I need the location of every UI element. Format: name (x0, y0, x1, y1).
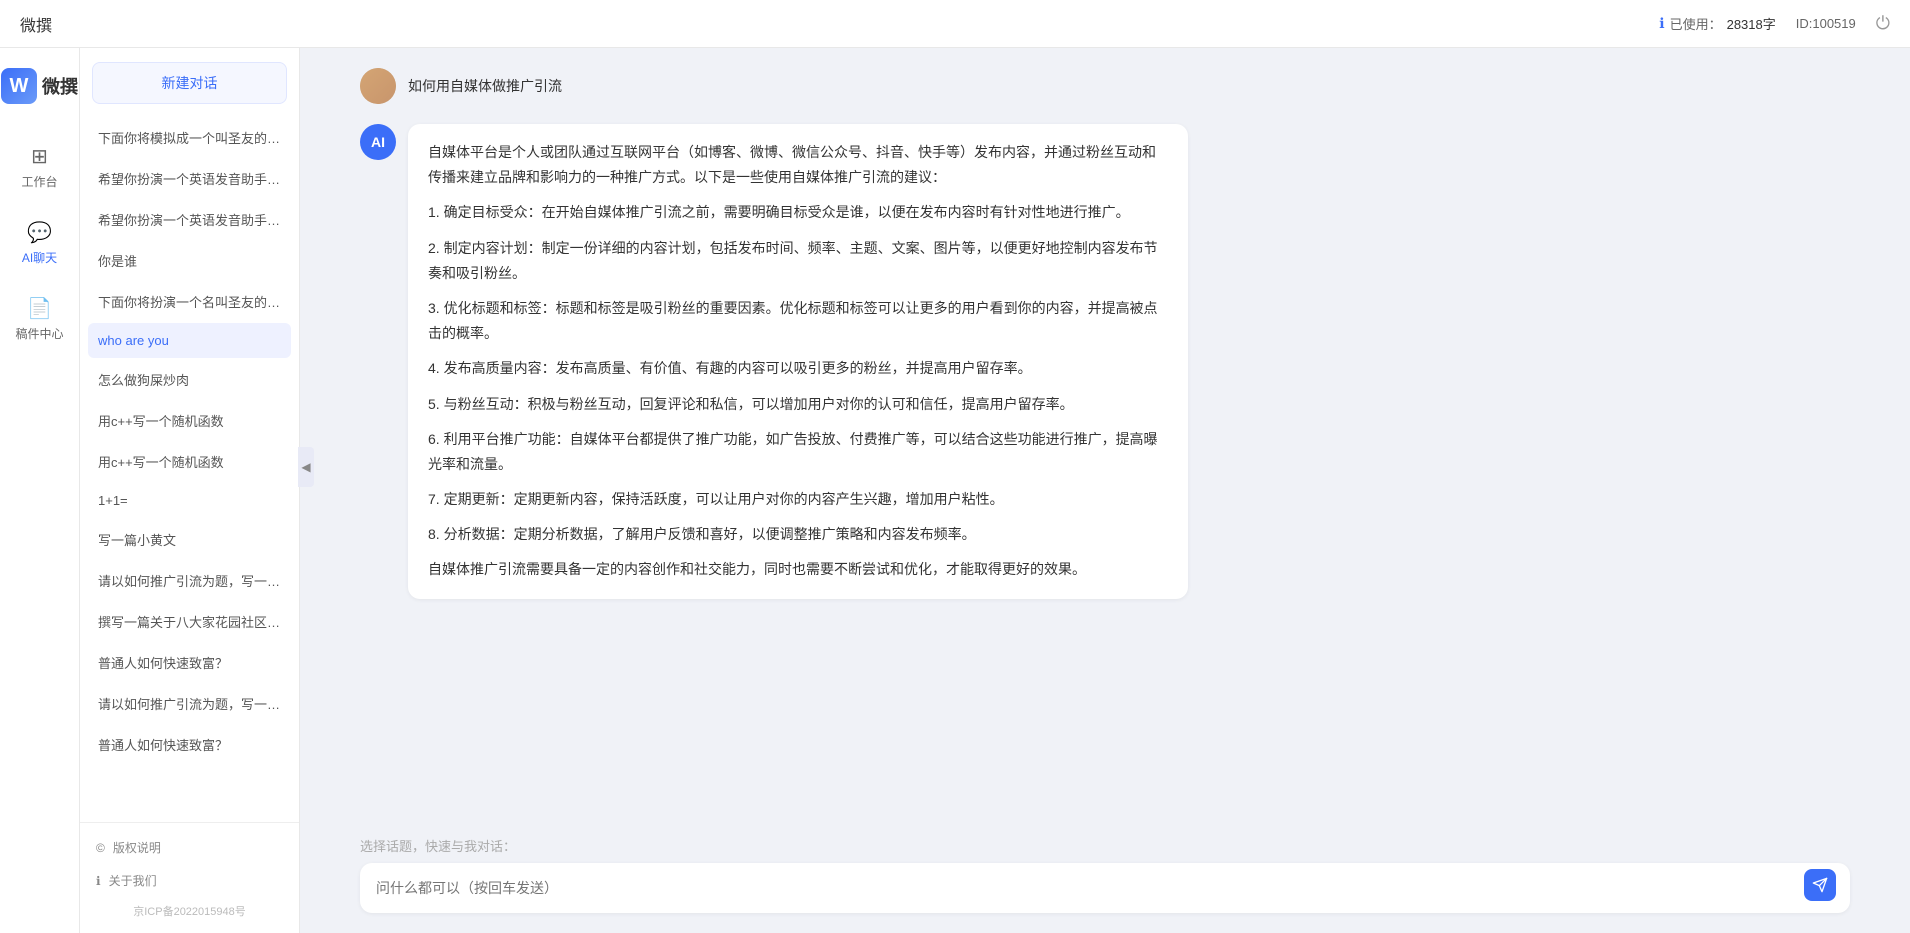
topbar-usage: ℹ 已使用： 28318字 (1659, 14, 1776, 33)
nav-label-workbench: 工作台 (21, 173, 57, 190)
main-layout: W 微撰 ⊞ 工作台 💬 AI聊天 📄 稿件中心 新建对话 下面你将模拟成一个叫… (0, 48, 1910, 933)
brand-name: 微撰 (42, 73, 78, 99)
usage-count: 28318字 (1727, 14, 1776, 33)
ai-para-9: 自媒体推广引流需要具备一定的内容创作和社交能力，同时也需要不断尝试和优化，才能取… (428, 557, 1168, 582)
usage-icon: ℹ (1659, 15, 1664, 32)
topbar-title: 微撰 (20, 12, 1659, 36)
copyright-icon: © (96, 841, 105, 855)
sidebar-item-1[interactable]: 下面你将模拟成一个叫圣友的程序员，我说... (88, 118, 291, 157)
brand-w-icon: W (1, 68, 37, 104)
brand-logo: W 微撰 (1, 68, 78, 104)
quick-prompt-label: 选择话题，快速与我对话： (360, 836, 1850, 855)
copyright-link[interactable]: © 版权说明 (88, 833, 291, 862)
sidebar-collapse-button[interactable]: ◀ (298, 447, 314, 487)
sidebar-item-13[interactable]: 撰写一篇关于八大家花园社区一刻钟便民生... (88, 602, 291, 641)
sidebar-item-7[interactable]: 怎么做狗屎炒肉 (88, 360, 291, 399)
sidebar-item-10[interactable]: 1+1= (88, 483, 291, 518)
nav-label-ai-chat: AI聊天 (22, 249, 57, 266)
sidebar-item-11[interactable]: 写一篇小黄文 (88, 520, 291, 559)
ai-avatar: AI (360, 124, 396, 160)
about-icon: ℹ (96, 874, 101, 888)
chat-messages: 如何用自媒体做推广引流 AI 自媒体平台是个人或团队通过互联网平台（如博客、微博… (300, 48, 1910, 826)
chat-area: 如何用自媒体做推广引流 AI 自媒体平台是个人或团队通过互联网平台（如博客、微博… (300, 48, 1910, 933)
sidebar-item-8[interactable]: 用c++写一个随机函数 (88, 401, 291, 440)
send-icon (1812, 877, 1828, 893)
ai-para-5: 5. 与粉丝互动：积极与粉丝互动，回复评论和私信，可以增加用户对你的认可和信任，… (428, 392, 1168, 417)
user-avatar-image (360, 68, 396, 104)
user-message-text: 如何用自媒体做推广引流 (408, 68, 562, 96)
sidebar-item-6[interactable]: who are you (88, 323, 291, 358)
sidebar-item-14[interactable]: 普通人如何快速致富？ (88, 643, 291, 682)
nav-label-draft: 稿件中心 (16, 325, 64, 342)
user-message: 如何用自媒体做推广引流 (360, 68, 1850, 104)
send-button[interactable] (1804, 869, 1836, 901)
about-us-link[interactable]: ℹ 关于我们 (88, 866, 291, 895)
topbar: 微撰 ℹ 已使用： 28318字 ID:100519 ⏻ (0, 0, 1910, 48)
chat-input-area: 选择话题，快速与我对话： (300, 826, 1910, 933)
ai-message: AI 自媒体平台是个人或团队通过互联网平台（如博客、微博、微信公众号、抖音、快手… (360, 124, 1850, 599)
icp-number: 京ICP备2022015948号 (88, 899, 291, 923)
chat-input-box (360, 863, 1850, 913)
sidebar: 新建对话 下面你将模拟成一个叫圣友的程序员，我说... 希望你扮演一个英语发音助… (80, 48, 300, 933)
chat-input[interactable] (376, 878, 1800, 899)
nav-item-ai-chat[interactable]: 💬 AI聊天 (8, 210, 72, 276)
user-id: ID:100519 (1796, 16, 1856, 31)
ai-message-content: 自媒体平台是个人或团队通过互联网平台（如博客、微博、微信公众号、抖音、快手等）发… (408, 124, 1188, 599)
sidebar-item-12[interactable]: 请以如何推广引流为题，写一篇大纲 (88, 561, 291, 600)
ai-para-1: 1. 确定目标受众：在开始自媒体推广引流之前，需要明确目标受众是谁，以便在发布内… (428, 200, 1168, 225)
topbar-right: ℹ 已使用： 28318字 ID:100519 ⏻ (1659, 13, 1890, 34)
ai-para-2: 2. 制定内容计划：制定一份详细的内容计划，包括发布时间、频率、主题、文案、图片… (428, 236, 1168, 286)
sidebar-item-4[interactable]: 你是谁 (88, 241, 291, 280)
nav-item-draft[interactable]: 📄 稿件中心 (8, 286, 72, 352)
sidebar-item-15[interactable]: 请以如何推广引流为题，写一篇大纲 (88, 684, 291, 723)
left-nav: W 微撰 ⊞ 工作台 💬 AI聊天 📄 稿件中心 (0, 48, 80, 933)
ai-para-3: 3. 优化标题和标签：标题和标签是吸引粉丝的重要因素。优化标题和标签可以让更多的… (428, 296, 1168, 346)
usage-label: 已使用： (1670, 14, 1722, 33)
ai-chat-icon: 💬 (27, 220, 52, 245)
ai-para-6: 6. 利用平台推广功能：自媒体平台都提供了推广功能，如广告投放、付费推广等，可以… (428, 427, 1168, 477)
copyright-label: 版权说明 (113, 839, 161, 856)
conversation-list: 下面你将模拟成一个叫圣友的程序员，我说... 希望你扮演一个英语发音助手，我提供… (80, 118, 299, 822)
sidebar-item-5[interactable]: 下面你将扮演一个名叫圣友的医生 (88, 282, 291, 321)
about-label: 关于我们 (109, 872, 157, 889)
sidebar-item-2[interactable]: 希望你扮演一个英语发音助手，我提供给你... (88, 159, 291, 198)
nav-item-workbench[interactable]: ⊞ 工作台 (8, 134, 72, 200)
ai-para-7: 7. 定期更新：定期更新内容，保持活跃度，可以让用户对你的内容产生兴趣，增加用户… (428, 487, 1168, 512)
workbench-icon: ⊞ (31, 144, 48, 169)
sidebar-item-16[interactable]: 普通人如何快速致富？ (88, 725, 291, 764)
sidebar-footer: © 版权说明 ℹ 关于我们 京ICP备2022015948号 (80, 822, 299, 933)
sidebar-item-9[interactable]: 用c++写一个随机函数 (88, 442, 291, 481)
ai-para-0: 自媒体平台是个人或团队通过互联网平台（如博客、微博、微信公众号、抖音、快手等）发… (428, 140, 1168, 190)
sidebar-item-3[interactable]: 希望你扮演一个英语发音助手，我提供给你... (88, 200, 291, 239)
logout-button[interactable]: ⏻ (1876, 13, 1890, 34)
new-conversation-button[interactable]: 新建对话 (92, 62, 287, 104)
draft-icon: 📄 (27, 296, 52, 321)
user-avatar (360, 68, 396, 104)
ai-para-8: 8. 分析数据：定期分析数据，了解用户反馈和喜好，以便调整推广策略和内容发布频率… (428, 522, 1168, 547)
ai-para-4: 4. 发布高质量内容：发布高质量、有价值、有趣的内容可以吸引更多的粉丝，并提高用… (428, 356, 1168, 381)
